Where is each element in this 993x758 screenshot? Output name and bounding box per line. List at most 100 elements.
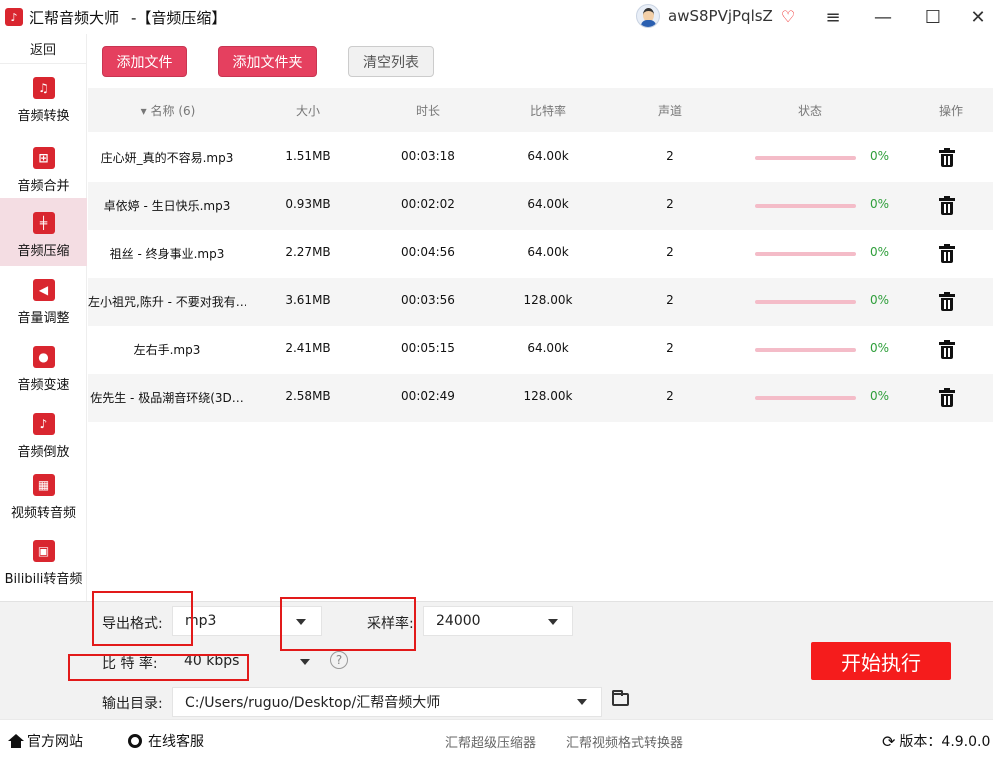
chevron-down-icon[interactable] bbox=[548, 619, 558, 625]
version-info[interactable]: ⟳ 版本：4.9.0.0 bbox=[882, 731, 990, 751]
file-name-cell: 祖丝 - 终身事业.mp3 bbox=[109, 247, 225, 261]
bitrate-cell: 64.00k bbox=[527, 149, 569, 163]
sidebar-item-speed[interactable]: ● 音频变速 bbox=[0, 340, 87, 404]
sidebar-item-video-to-audio[interactable]: ▦ 视频转音频 bbox=[0, 472, 87, 532]
annotation-box bbox=[280, 597, 416, 651]
file-size-cell: 3.61MB bbox=[285, 293, 331, 307]
table-row[interactable]: 卓依婷 - 生日快乐.mp3 0.93MB 00:02:02 64.00k 2 0% bbox=[88, 182, 993, 230]
samplerate-value: 24000 bbox=[436, 613, 481, 629]
file-name-cell: 卓依婷 - 生日快乐.mp3 bbox=[103, 199, 231, 213]
progress-bar bbox=[755, 396, 856, 400]
table-row[interactable]: 左右手.mp3 2.41MB 00:05:15 64.00k 2 0% bbox=[88, 326, 993, 374]
add-folder-button[interactable]: 添加文件夹 bbox=[218, 46, 317, 77]
duration-cell: 00:02:49 bbox=[401, 389, 455, 403]
minimize-icon[interactable]: — bbox=[868, 4, 898, 30]
app-title: 汇帮音频大师 bbox=[29, 8, 120, 27]
sidebar-item-label: Bilibili转音频 bbox=[4, 572, 83, 587]
bitrate-cell: 64.00k bbox=[527, 197, 569, 211]
file-name-cell: 佐先生 - 极品潮音环绕(3D… bbox=[90, 391, 244, 405]
sidebar-item-bilibili[interactable]: ▣ Bilibili转音频 bbox=[0, 538, 87, 598]
table-row[interactable]: 左小祖咒,陈升 - 不要对我有… 3.61MB 00:03:56 128.00k 2 0% bbox=[88, 278, 993, 326]
sidebar-item-volume[interactable]: ◀ 音量调整 bbox=[0, 273, 87, 337]
trash-icon[interactable] bbox=[939, 244, 955, 264]
file-name-cell: 左小祖咒,陈升 - 不要对我有… bbox=[88, 295, 246, 309]
product-link-video-converter[interactable]: 汇帮视频格式转换器 bbox=[566, 732, 683, 751]
channels-cell: 2 bbox=[666, 341, 674, 355]
file-name-cell: 左右手.mp3 bbox=[133, 343, 201, 357]
audio-convert-icon: ♫ bbox=[32, 77, 55, 99]
audio-compress-icon: ╪ bbox=[32, 212, 55, 234]
progress-percent: 0% bbox=[870, 389, 890, 403]
table-header: ▾ 名称 (6) 大小 时长 比特率 声道 状态 操作 bbox=[88, 88, 993, 132]
refresh-icon: ⟳ bbox=[882, 731, 896, 751]
username[interactable]: awS8PVjPqlsZ bbox=[668, 7, 773, 25]
duration-cell: 00:03:18 bbox=[401, 149, 455, 163]
sidebar-item-audio-merge[interactable]: ⊞ 音频合并 bbox=[0, 137, 87, 201]
progress-bar bbox=[755, 156, 856, 160]
close-icon[interactable]: ✕ bbox=[963, 4, 993, 30]
bitrate-cell: 64.00k bbox=[527, 245, 569, 259]
sidebar-item-reverse[interactable]: ♪ 音频倒放 bbox=[0, 407, 87, 471]
duration-cell: 00:05:15 bbox=[401, 341, 455, 355]
column-name-header[interactable]: ▾ 名称 (6) bbox=[128, 102, 208, 119]
help-icon[interactable]: ? bbox=[330, 651, 348, 669]
table-row[interactable]: 庄心妍_真的不容易.mp3 1.51MB 00:03:18 64.00k 2 0% bbox=[88, 134, 993, 182]
trash-icon[interactable] bbox=[939, 148, 955, 168]
chevron-down-icon[interactable] bbox=[577, 699, 587, 705]
duration-cell: 00:04:56 bbox=[401, 245, 455, 259]
add-file-button[interactable]: 添加文件 bbox=[102, 46, 187, 77]
progress-percent: 0% bbox=[870, 293, 890, 307]
sidebar-item-label: 音频压缩 bbox=[17, 244, 70, 259]
column-channels-header: 声道 bbox=[657, 104, 682, 118]
toolbar: 添加文件 添加文件夹 清空列表 bbox=[88, 34, 993, 88]
start-button[interactable]: 开始执行 bbox=[811, 642, 951, 680]
back-button[interactable]: 返回 bbox=[0, 34, 86, 64]
product-link-compressor[interactable]: 汇帮超级压缩器 bbox=[445, 732, 536, 751]
clear-list-button[interactable]: 清空列表 bbox=[348, 46, 434, 77]
table-row[interactable]: 佐先生 - 极品潮音环绕(3D… 2.58MB 00:02:49 128.00k 2 0% bbox=[88, 374, 993, 422]
trash-icon[interactable] bbox=[939, 292, 955, 312]
sidebar-item-label: 音频合并 bbox=[17, 179, 70, 194]
bitrate-cell: 128.00k bbox=[523, 389, 573, 403]
website-label: 官方网站 bbox=[27, 734, 83, 750]
user-area[interactable]: awS8PVjPqlsZ ♡ bbox=[636, 4, 795, 28]
annotation-box bbox=[92, 591, 193, 646]
support-label: 在线客服 bbox=[148, 734, 204, 750]
sidebar-item-audio-convert[interactable]: ♫ 音频转换 bbox=[0, 67, 87, 131]
column-duration-header: 时长 bbox=[415, 104, 440, 118]
channels-cell: 2 bbox=[666, 293, 674, 307]
vip-heart-icon[interactable]: ♡ bbox=[781, 7, 795, 26]
trash-icon[interactable] bbox=[939, 196, 955, 216]
sidebar-item-label: 音频倒放 bbox=[17, 445, 70, 460]
bitrate-cell: 128.00k bbox=[523, 293, 573, 307]
progress-bar bbox=[755, 204, 856, 208]
headset-icon bbox=[128, 734, 142, 748]
column-status-header: 状态 bbox=[797, 104, 822, 118]
column-bitrate-header: 比特率 bbox=[529, 104, 566, 118]
progress-bar bbox=[755, 300, 856, 304]
sidebar-item-audio-compress[interactable]: ╪ 音频压缩 bbox=[0, 198, 87, 266]
folder-icon[interactable] bbox=[612, 690, 629, 706]
trash-icon[interactable] bbox=[939, 388, 955, 408]
maximize-icon[interactable]: ☐ bbox=[918, 4, 948, 30]
channels-cell: 2 bbox=[666, 197, 674, 211]
file-size-cell: 2.58MB bbox=[285, 389, 331, 403]
trash-icon[interactable] bbox=[939, 340, 955, 360]
film-icon: ▦ bbox=[32, 474, 55, 496]
chevron-down-icon[interactable] bbox=[300, 659, 310, 665]
menu-icon[interactable]: ≡ bbox=[818, 4, 848, 30]
progress-percent: 0% bbox=[870, 341, 890, 355]
support-link[interactable]: 在线客服 bbox=[128, 731, 204, 751]
table-row[interactable]: 祖丝 - 终身事业.mp3 2.27MB 00:04:56 64.00k 2 0% bbox=[88, 230, 993, 278]
sidebar-item-label: 音频转换 bbox=[17, 109, 70, 124]
sidebar-item-label: 音量调整 bbox=[17, 311, 70, 326]
sidebar: 返回 ♫ 音频转换 ⊞ 音频合并 ╪ 音频压缩 ◀ 音量调整 ● 音频变速 ♪ … bbox=[0, 34, 87, 601]
website-link[interactable]: 官方网站 bbox=[8, 731, 83, 751]
file-name-cell: 庄心妍_真的不容易.mp3 bbox=[100, 151, 234, 165]
output-dir-select[interactable]: C:/Users/ruguo/Desktop/汇帮音频大师 bbox=[172, 687, 602, 717]
annotation-box bbox=[68, 654, 249, 681]
file-size-cell: 0.93MB bbox=[285, 197, 331, 211]
avatar[interactable] bbox=[636, 4, 660, 28]
progress-percent: 0% bbox=[870, 197, 890, 211]
output-dir-label: 输出目录: bbox=[102, 696, 163, 712]
